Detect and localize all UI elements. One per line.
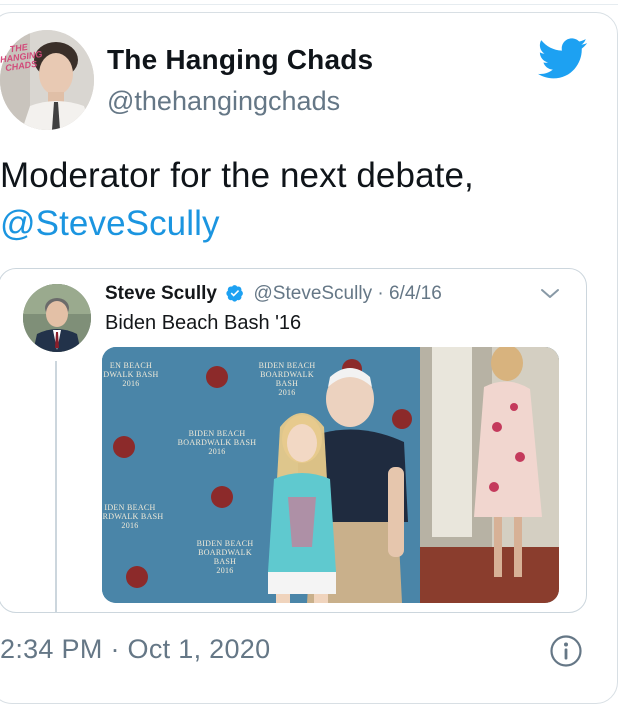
verified-badge-icon [226, 285, 244, 302]
author-name[interactable]: The Hanging Chads [107, 44, 373, 76]
header-separator: · [377, 283, 384, 304]
tweet-body: Moderator for the next debate, [0, 156, 474, 195]
quoted-author-avatar[interactable] [23, 284, 91, 352]
avatar-brand-text: THE HANGING CHADS [0, 41, 43, 74]
mention-link[interactable]: @SteveScully [0, 200, 600, 248]
quoted-header: Steve Scully @SteveScully · 6/4/16 [105, 283, 442, 305]
quoted-tweet-card[interactable]: Steve Scully @SteveScully · 6/4/16 Biden… [0, 268, 587, 613]
quoted-author-handle[interactable]: @SteveScully [254, 283, 373, 304]
thread-line [55, 361, 57, 613]
tweet-timestamp[interactable]: 2:34 PM · Oct 1, 2020 [0, 634, 270, 665]
quoted-photo[interactable]: EN BEACH DWALK BASH 2016 BIDEN BEACH BOARDW… [102, 347, 559, 603]
twitter-bird-icon[interactable] [538, 38, 588, 80]
chevron-down-icon[interactable] [539, 287, 561, 301]
info-icon[interactable] [549, 634, 583, 668]
top-divider [0, 4, 618, 5]
quoted-date[interactable]: 6/4/16 [389, 283, 442, 304]
quoted-author-name[interactable]: Steve Scully [105, 283, 217, 304]
tweet-text: Moderator for the next debate, @SteveScu… [0, 152, 600, 248]
quoted-text: Biden Beach Bash '16 [105, 312, 302, 334]
author-handle[interactable]: @thehangingchads [107, 86, 340, 117]
